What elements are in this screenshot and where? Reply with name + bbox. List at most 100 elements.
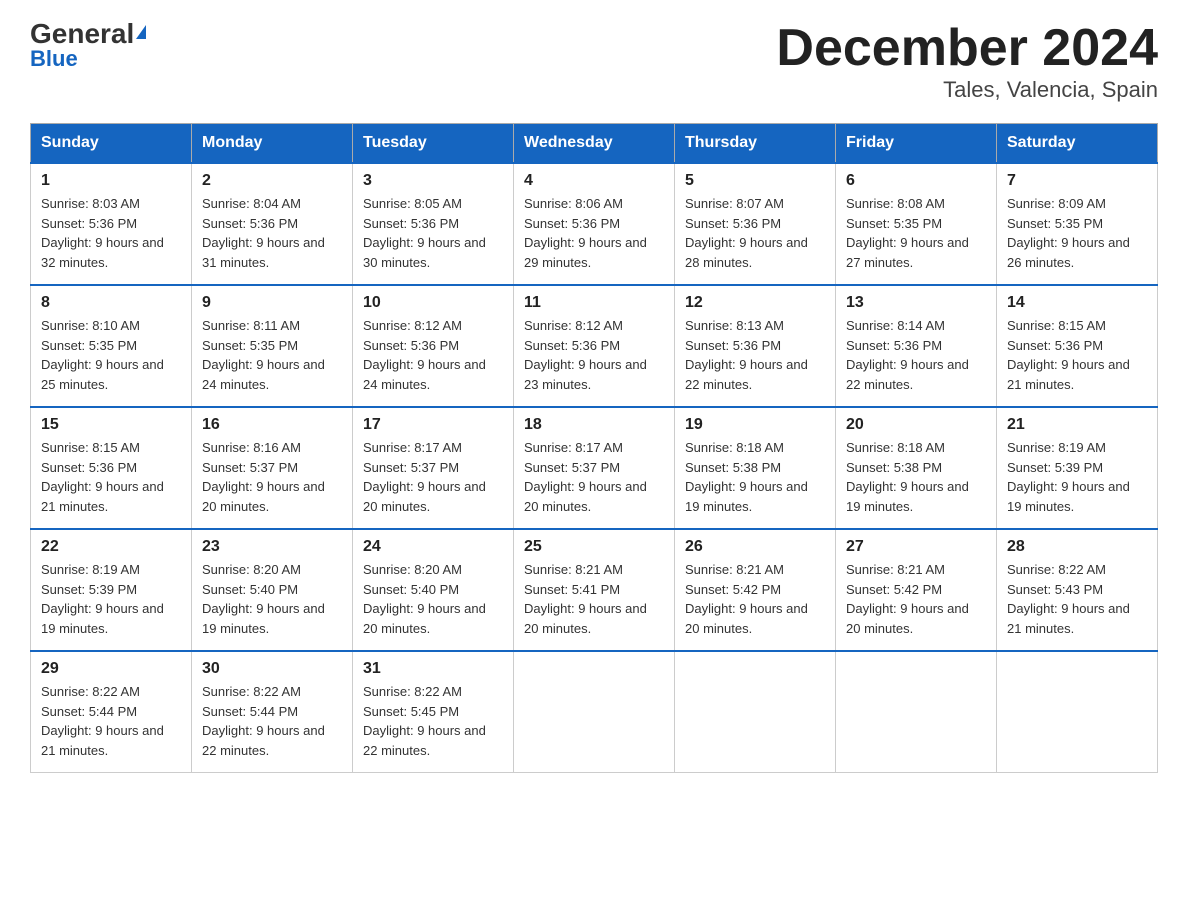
day-number: 11 <box>524 294 664 312</box>
day-cell <box>675 651 836 773</box>
day-info: Sunrise: 8:16 AM Sunset: 5:37 PM Dayligh… <box>202 438 342 516</box>
day-number: 12 <box>685 294 825 312</box>
day-cell: 19 Sunrise: 8:18 AM Sunset: 5:38 PM Dayl… <box>675 407 836 529</box>
day-cell: 17 Sunrise: 8:17 AM Sunset: 5:37 PM Dayl… <box>353 407 514 529</box>
day-cell: 6 Sunrise: 8:08 AM Sunset: 5:35 PM Dayli… <box>836 163 997 285</box>
day-info: Sunrise: 8:04 AM Sunset: 5:36 PM Dayligh… <box>202 194 342 272</box>
logo-general: General <box>30 20 146 48</box>
day-info: Sunrise: 8:18 AM Sunset: 5:38 PM Dayligh… <box>846 438 986 516</box>
day-cell: 24 Sunrise: 8:20 AM Sunset: 5:40 PM Dayl… <box>353 529 514 651</box>
day-number: 8 <box>41 294 181 312</box>
col-header-saturday: Saturday <box>997 124 1158 164</box>
day-cell: 12 Sunrise: 8:13 AM Sunset: 5:36 PM Dayl… <box>675 285 836 407</box>
day-cell: 9 Sunrise: 8:11 AM Sunset: 5:35 PM Dayli… <box>192 285 353 407</box>
week-row-4: 22 Sunrise: 8:19 AM Sunset: 5:39 PM Dayl… <box>31 529 1158 651</box>
day-number: 14 <box>1007 294 1147 312</box>
day-number: 4 <box>524 172 664 190</box>
day-cell: 10 Sunrise: 8:12 AM Sunset: 5:36 PM Dayl… <box>353 285 514 407</box>
day-number: 9 <box>202 294 342 312</box>
calendar-title: December 2024 <box>776 20 1158 77</box>
day-info: Sunrise: 8:17 AM Sunset: 5:37 PM Dayligh… <box>524 438 664 516</box>
day-cell <box>514 651 675 773</box>
day-info: Sunrise: 8:22 AM Sunset: 5:43 PM Dayligh… <box>1007 560 1147 638</box>
day-cell: 30 Sunrise: 8:22 AM Sunset: 5:44 PM Dayl… <box>192 651 353 773</box>
day-cell <box>836 651 997 773</box>
day-number: 16 <box>202 416 342 434</box>
day-number: 26 <box>685 538 825 556</box>
day-number: 25 <box>524 538 664 556</box>
col-header-tuesday: Tuesday <box>353 124 514 164</box>
day-cell: 18 Sunrise: 8:17 AM Sunset: 5:37 PM Dayl… <box>514 407 675 529</box>
day-number: 23 <box>202 538 342 556</box>
day-cell: 27 Sunrise: 8:21 AM Sunset: 5:42 PM Dayl… <box>836 529 997 651</box>
day-cell: 16 Sunrise: 8:16 AM Sunset: 5:37 PM Dayl… <box>192 407 353 529</box>
day-cell: 8 Sunrise: 8:10 AM Sunset: 5:35 PM Dayli… <box>31 285 192 407</box>
day-cell: 2 Sunrise: 8:04 AM Sunset: 5:36 PM Dayli… <box>192 163 353 285</box>
day-number: 6 <box>846 172 986 190</box>
day-info: Sunrise: 8:03 AM Sunset: 5:36 PM Dayligh… <box>41 194 181 272</box>
week-row-5: 29 Sunrise: 8:22 AM Sunset: 5:44 PM Dayl… <box>31 651 1158 773</box>
day-info: Sunrise: 8:06 AM Sunset: 5:36 PM Dayligh… <box>524 194 664 272</box>
col-header-wednesday: Wednesday <box>514 124 675 164</box>
day-number: 15 <box>41 416 181 434</box>
day-info: Sunrise: 8:18 AM Sunset: 5:38 PM Dayligh… <box>685 438 825 516</box>
day-cell: 3 Sunrise: 8:05 AM Sunset: 5:36 PM Dayli… <box>353 163 514 285</box>
day-number: 28 <box>1007 538 1147 556</box>
day-number: 13 <box>846 294 986 312</box>
day-number: 22 <box>41 538 181 556</box>
day-info: Sunrise: 8:20 AM Sunset: 5:40 PM Dayligh… <box>363 560 503 638</box>
day-number: 18 <box>524 416 664 434</box>
logo-triangle-icon <box>136 25 146 39</box>
day-info: Sunrise: 8:22 AM Sunset: 5:44 PM Dayligh… <box>41 682 181 760</box>
header-row: SundayMondayTuesdayWednesdayThursdayFrid… <box>31 124 1158 164</box>
day-info: Sunrise: 8:14 AM Sunset: 5:36 PM Dayligh… <box>846 316 986 394</box>
day-cell: 29 Sunrise: 8:22 AM Sunset: 5:44 PM Dayl… <box>31 651 192 773</box>
day-number: 1 <box>41 172 181 190</box>
day-cell: 15 Sunrise: 8:15 AM Sunset: 5:36 PM Dayl… <box>31 407 192 529</box>
day-cell: 13 Sunrise: 8:14 AM Sunset: 5:36 PM Dayl… <box>836 285 997 407</box>
day-cell: 7 Sunrise: 8:09 AM Sunset: 5:35 PM Dayli… <box>997 163 1158 285</box>
day-info: Sunrise: 8:21 AM Sunset: 5:42 PM Dayligh… <box>685 560 825 638</box>
day-number: 21 <box>1007 416 1147 434</box>
day-info: Sunrise: 8:08 AM Sunset: 5:35 PM Dayligh… <box>846 194 986 272</box>
col-header-thursday: Thursday <box>675 124 836 164</box>
title-block: December 2024 Tales, Valencia, Spain <box>776 20 1158 103</box>
calendar-subtitle: Tales, Valencia, Spain <box>776 77 1158 103</box>
day-info: Sunrise: 8:05 AM Sunset: 5:36 PM Dayligh… <box>363 194 503 272</box>
day-number: 3 <box>363 172 503 190</box>
day-info: Sunrise: 8:22 AM Sunset: 5:45 PM Dayligh… <box>363 682 503 760</box>
day-cell: 5 Sunrise: 8:07 AM Sunset: 5:36 PM Dayli… <box>675 163 836 285</box>
col-header-friday: Friday <box>836 124 997 164</box>
day-number: 19 <box>685 416 825 434</box>
day-number: 17 <box>363 416 503 434</box>
day-cell <box>997 651 1158 773</box>
day-cell: 31 Sunrise: 8:22 AM Sunset: 5:45 PM Dayl… <box>353 651 514 773</box>
day-info: Sunrise: 8:20 AM Sunset: 5:40 PM Dayligh… <box>202 560 342 638</box>
day-number: 24 <box>363 538 503 556</box>
day-info: Sunrise: 8:13 AM Sunset: 5:36 PM Dayligh… <box>685 316 825 394</box>
day-info: Sunrise: 8:22 AM Sunset: 5:44 PM Dayligh… <box>202 682 342 760</box>
logo-blue: Blue <box>30 46 78 72</box>
calendar-table: SundayMondayTuesdayWednesdayThursdayFrid… <box>30 123 1158 773</box>
day-info: Sunrise: 8:12 AM Sunset: 5:36 PM Dayligh… <box>363 316 503 394</box>
logo: General Blue <box>30 20 146 72</box>
day-cell: 22 Sunrise: 8:19 AM Sunset: 5:39 PM Dayl… <box>31 529 192 651</box>
day-info: Sunrise: 8:09 AM Sunset: 5:35 PM Dayligh… <box>1007 194 1147 272</box>
day-info: Sunrise: 8:21 AM Sunset: 5:42 PM Dayligh… <box>846 560 986 638</box>
week-row-1: 1 Sunrise: 8:03 AM Sunset: 5:36 PM Dayli… <box>31 163 1158 285</box>
calendar-header: SundayMondayTuesdayWednesdayThursdayFrid… <box>31 124 1158 164</box>
day-info: Sunrise: 8:07 AM Sunset: 5:36 PM Dayligh… <box>685 194 825 272</box>
day-cell: 1 Sunrise: 8:03 AM Sunset: 5:36 PM Dayli… <box>31 163 192 285</box>
col-header-sunday: Sunday <box>31 124 192 164</box>
day-number: 10 <box>363 294 503 312</box>
day-cell: 28 Sunrise: 8:22 AM Sunset: 5:43 PM Dayl… <box>997 529 1158 651</box>
day-cell: 20 Sunrise: 8:18 AM Sunset: 5:38 PM Dayl… <box>836 407 997 529</box>
day-cell: 21 Sunrise: 8:19 AM Sunset: 5:39 PM Dayl… <box>997 407 1158 529</box>
day-info: Sunrise: 8:10 AM Sunset: 5:35 PM Dayligh… <box>41 316 181 394</box>
day-cell: 14 Sunrise: 8:15 AM Sunset: 5:36 PM Dayl… <box>997 285 1158 407</box>
day-info: Sunrise: 8:19 AM Sunset: 5:39 PM Dayligh… <box>1007 438 1147 516</box>
day-number: 2 <box>202 172 342 190</box>
day-info: Sunrise: 8:21 AM Sunset: 5:41 PM Dayligh… <box>524 560 664 638</box>
day-info: Sunrise: 8:19 AM Sunset: 5:39 PM Dayligh… <box>41 560 181 638</box>
day-info: Sunrise: 8:17 AM Sunset: 5:37 PM Dayligh… <box>363 438 503 516</box>
